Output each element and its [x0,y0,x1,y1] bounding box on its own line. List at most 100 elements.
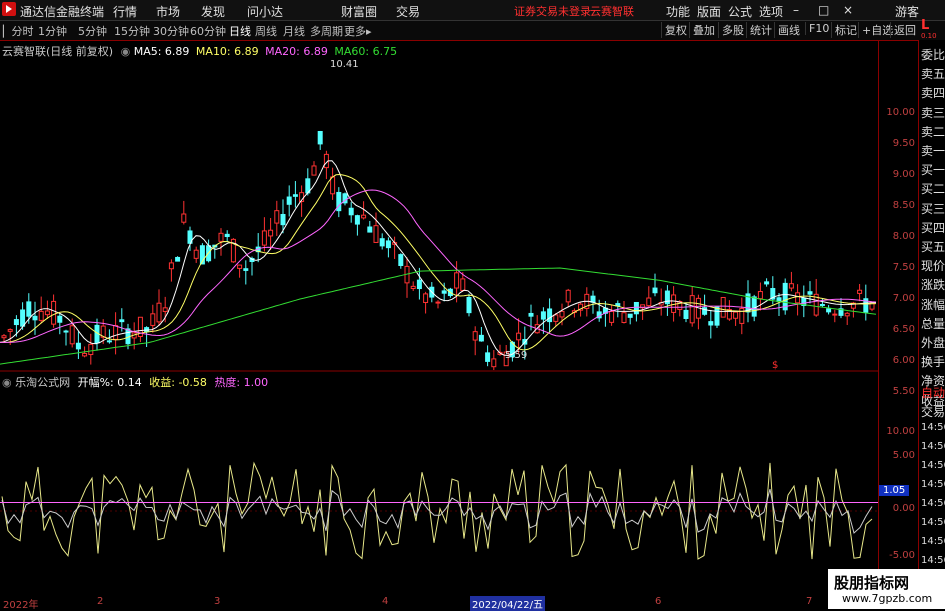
maximize-icon[interactable]: □ [818,3,829,17]
overlay-button[interactable]: 叠加 [689,22,715,38]
y-tick: 10.00 [886,107,915,118]
tab-intraday[interactable]: ▏分时 [3,23,33,39]
candle-body [633,301,639,315]
tab-monthly[interactable]: 月线 [283,23,305,39]
back-button[interactable]: 返回 [890,22,916,38]
menu-item-ask[interactable]: 问小达 [247,3,283,20]
quote-field-15: 外盘 [921,336,945,350]
watermark: 股朋指标网 www.7gpzb.com [828,569,945,609]
quote-field-10: 买五 [921,240,945,254]
candle-body [168,262,174,270]
menu-item-layout[interactable]: 版面 [697,3,721,20]
mark-button[interactable]: 标记 [831,22,857,38]
candle-body [218,232,224,242]
candle-body [354,215,360,225]
candle-body [733,311,739,319]
candle-body [237,264,243,269]
candle-body [44,310,50,316]
candle-body [175,256,181,262]
candle-body [292,194,298,197]
tab-daily[interactable]: 日线 [229,23,251,39]
multi-stock-button[interactable]: 多股 [718,22,744,38]
menu-item-trade[interactable]: 交易 [396,3,420,20]
tick-time: 14:56 [921,498,945,509]
candle-body [26,301,32,317]
candlesticks [1,130,875,371]
ma-line [0,173,877,351]
watermark-url: www.7gpzb.com [842,592,933,605]
candle-body [106,340,112,343]
candle-body [553,314,559,322]
ma20-label: MA20: 6.89 [265,45,328,58]
tick-header-0[interactable]: 自动 [921,384,945,401]
y-tick: 5.50 [892,386,915,397]
menu-item-market[interactable]: 行情 [113,3,137,20]
chart-canvas[interactable] [0,40,878,606]
candle-body [416,279,422,290]
candle-body [7,329,13,332]
candle-body [268,229,274,237]
tab-weekly[interactable]: 周线 [255,23,277,39]
candle-body [423,293,429,304]
candle-body [844,312,850,317]
candle-body [516,332,522,341]
tab-5min[interactable]: 5分钟 [78,23,107,39]
login-notice[interactable]: 证券交易未登录 [514,3,591,19]
quote-field-5: 卖一 [921,144,945,158]
candle-body [609,310,615,323]
guest-label[interactable]: 游客 [895,3,919,20]
candle-body [689,295,695,324]
candle-body [150,313,156,326]
close-icon[interactable]: × [843,3,853,17]
indicator-header: ◉ 乐淘公式网 开幅%: 0.14 收益: -0.58 热度: 1.00 [2,374,268,390]
menu-item-options[interactable]: 选项 [759,3,783,20]
minimize-icon[interactable]: – [793,3,799,17]
indicator-value-box: 1.05 [879,485,910,496]
y-tick: 8.50 [892,200,915,211]
quote-field-8: 买三 [921,201,945,216]
candle-body [57,315,63,323]
f10-button[interactable]: F10 [805,22,829,35]
y-tick: 9.50 [892,138,915,149]
quote-field-0: 委比 [921,48,945,62]
candle-body [410,285,416,290]
stats-button[interactable]: 统计 [746,22,772,38]
candle-body [714,306,720,326]
candle-body [528,312,534,317]
candle-body [20,309,26,327]
candle-body [1,335,7,339]
ma-settings-icon[interactable]: ◉ [121,45,131,58]
candle-body [51,300,57,325]
candle-body [280,213,286,226]
indicator-open-label: 开幅%: 0.14 [77,376,142,389]
tick-time: 14:56 [921,441,945,452]
tab-1min[interactable]: 1分钟 [38,23,67,39]
y-tick: 6.50 [892,324,915,335]
add-watchlist-button[interactable]: +自选 [858,22,893,38]
candle-body [565,289,571,303]
candle-body [75,342,81,350]
menu-item-formula[interactable]: 公式 [728,3,752,20]
candle-body [361,214,367,219]
menu-item-function[interactable]: 功能 [666,3,690,20]
quote-field-16: 换手 [921,355,945,370]
tab-15min[interactable]: 15分钟 [114,23,150,39]
menu-item-discover[interactable]: 发现 [201,3,225,20]
candle-body [373,225,379,243]
adjust-button[interactable]: 复权 [661,22,687,38]
menu-item-markets[interactable]: 市场 [156,3,180,20]
candle-body [379,238,385,247]
candle-body [435,301,441,304]
menu-item-wealth[interactable]: 财富圈 [341,3,377,20]
candle-body [286,196,292,205]
draw-button[interactable]: 画线 [774,22,800,38]
tab-60min[interactable]: 60分钟 [190,23,226,39]
quote-field-2: 卖四 [921,86,945,101]
indicator-settings-icon[interactable]: ◉ [2,376,12,389]
candle-body [621,312,627,323]
chart-title: 云赛智联(日线 前复权) [2,45,114,58]
tab-more[interactable]: 更多▸ [344,23,372,39]
tab-30min[interactable]: 30分钟 [153,23,189,39]
y-tick: 9.00 [892,169,915,180]
tab-multi-period[interactable]: 多周期 [310,23,343,39]
